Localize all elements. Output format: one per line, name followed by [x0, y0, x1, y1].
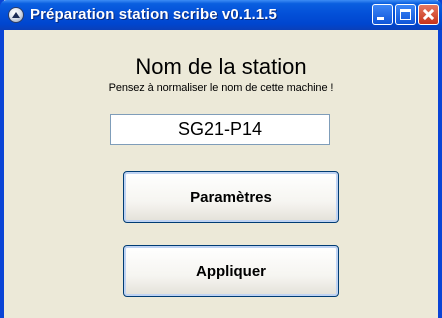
maximize-icon[interactable] [395, 4, 416, 25]
window-title: Préparation station scribe v0.1.1.5 [30, 6, 277, 23]
close-icon[interactable] [418, 4, 439, 25]
minimize-icon[interactable] [372, 4, 393, 25]
app-window: Préparation station scribe v0.1.1.5 Nom … [0, 0, 442, 318]
title-bar[interactable]: Préparation station scribe v0.1.1.5 [0, 0, 442, 30]
station-name-field[interactable] [110, 114, 330, 145]
normalize-hint: Pensez à normaliser le nom de cette mach… [108, 82, 334, 94]
station-name-heading: Nom de la station [135, 54, 307, 79]
parameters-button[interactable]: Paramètres [123, 171, 339, 223]
app-icon[interactable] [8, 7, 24, 23]
apply-button[interactable]: Appliquer [123, 245, 339, 297]
